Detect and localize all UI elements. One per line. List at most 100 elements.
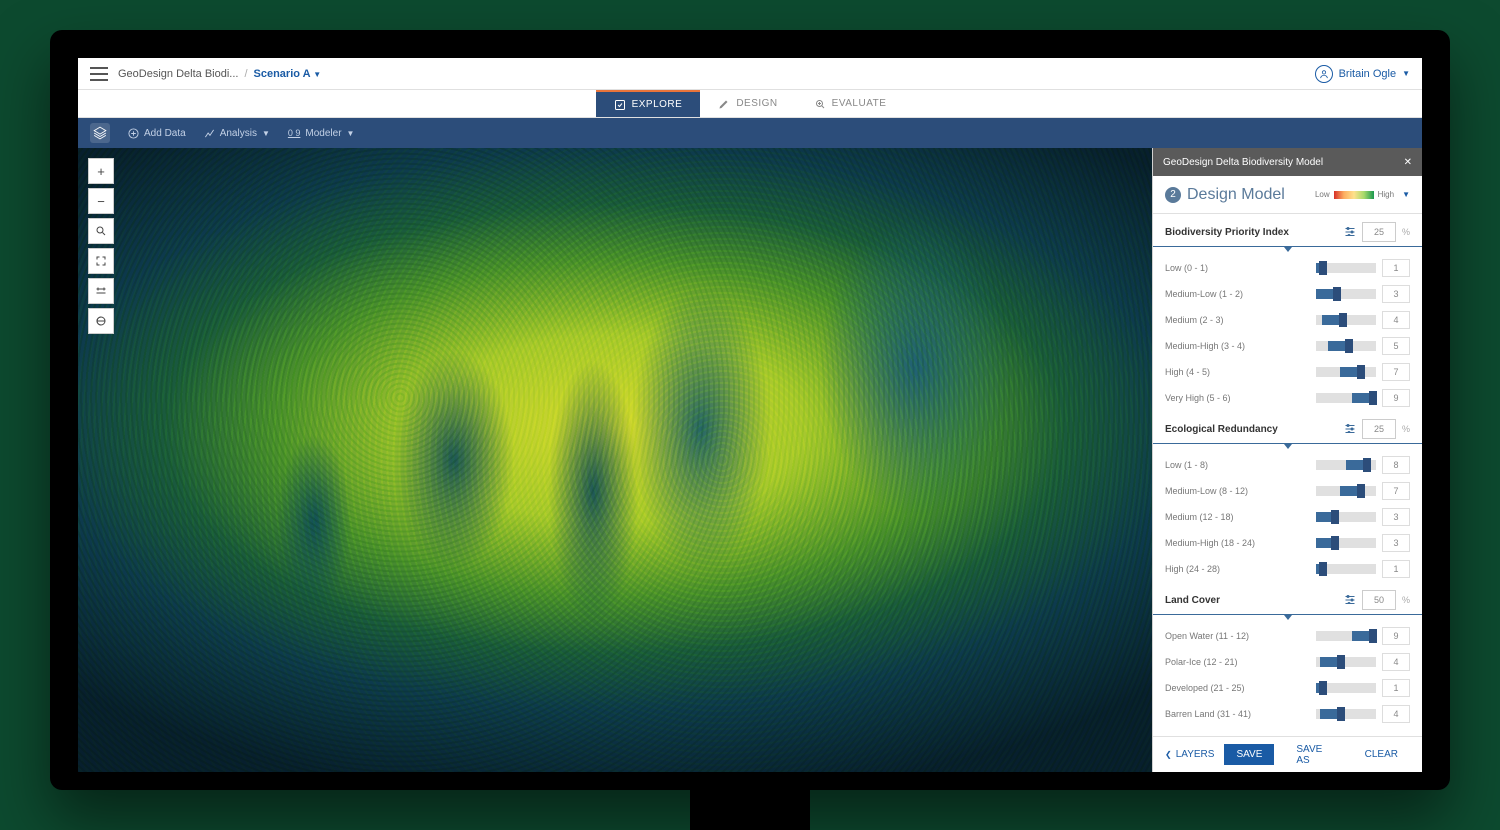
row-label: High (4 - 5) (1165, 367, 1310, 377)
measure-button[interactable] (88, 278, 114, 304)
section-marker (1153, 615, 1422, 621)
weight-value[interactable]: 7 (1382, 363, 1410, 381)
layers-icon[interactable] (90, 123, 110, 143)
basemap-button[interactable] (88, 308, 114, 334)
tab-design[interactable]: DESIGN (700, 90, 795, 117)
breadcrumb-scenario[interactable]: Scenario A ▼ (254, 68, 322, 80)
section-marker (1153, 247, 1422, 253)
add-data-button[interactable]: Add Data (128, 128, 186, 139)
weight-row: Very High (5 - 6)9 (1153, 385, 1422, 411)
row-label: High (24 - 28) (1165, 564, 1310, 574)
save-button[interactable]: SAVE (1224, 744, 1274, 765)
weight-slider[interactable] (1316, 289, 1376, 299)
weight-row: Medium-Low (1 - 2)3 (1153, 281, 1422, 307)
weight-value[interactable]: 1 (1382, 560, 1410, 578)
row-label: Medium-High (3 - 4) (1165, 341, 1310, 351)
percent-input[interactable]: 25 (1362, 419, 1396, 439)
tab-evaluate[interactable]: EVALUATE (796, 90, 905, 117)
weight-slider[interactable] (1316, 657, 1376, 667)
tab-explore[interactable]: EXPLORE (596, 90, 701, 117)
section-header: Biodiversity Priority Index25% (1153, 214, 1422, 247)
weight-slider[interactable] (1316, 512, 1376, 522)
weight-value[interactable]: 3 (1382, 508, 1410, 526)
settings-icon[interactable] (1344, 226, 1356, 239)
panel-body[interactable]: Biodiversity Priority Index25%Low (0 - 1… (1153, 214, 1422, 736)
weight-value[interactable]: 1 (1382, 259, 1410, 277)
weight-slider[interactable] (1316, 709, 1376, 719)
weight-value[interactable]: 1 (1382, 679, 1410, 697)
panel-header: GeoDesign Delta Biodiversity Model ✕ (1153, 148, 1422, 176)
settings-icon[interactable] (1344, 423, 1356, 436)
clear-button[interactable]: CLEAR (1353, 744, 1410, 765)
map-canvas[interactable]: + − (78, 148, 1152, 772)
section-header: Ecological Redundancy25% (1153, 411, 1422, 444)
row-label: Developed (21 - 25) (1165, 683, 1310, 693)
weight-row: Developed (21 - 25) 1 (1153, 675, 1422, 701)
settings-icon[interactable] (1344, 594, 1356, 607)
weight-row: High (4 - 5) 7 (1153, 359, 1422, 385)
top-bar: GeoDesign Delta Biodi... / Scenario A ▼ … (78, 58, 1422, 90)
breadcrumb-separator: / (244, 68, 247, 80)
weight-row: High (24 - 28) 1 (1153, 556, 1422, 582)
weight-value[interactable]: 9 (1382, 627, 1410, 645)
weight-value[interactable]: 3 (1382, 534, 1410, 552)
weight-slider[interactable] (1316, 631, 1376, 641)
weight-slider[interactable] (1316, 564, 1376, 574)
weight-slider[interactable] (1316, 393, 1376, 403)
legend-chevron-icon[interactable]: ▼ (1402, 190, 1410, 199)
close-icon[interactable]: ✕ (1404, 157, 1412, 168)
weight-value[interactable]: 3 (1382, 285, 1410, 303)
weight-value[interactable]: 4 (1382, 653, 1410, 671)
design-panel: GeoDesign Delta Biodiversity Model ✕ 2 D… (1152, 148, 1422, 772)
back-to-layers[interactable]: ❮ LAYERS (1165, 749, 1214, 760)
row-label: Low (0 - 1) (1165, 263, 1310, 273)
row-label: Medium (2 - 3) (1165, 315, 1310, 325)
fullscreen-button[interactable] (88, 248, 114, 274)
user-menu[interactable]: Britain Ogle ▼ (1315, 65, 1410, 83)
weight-row: Barren Land (31 - 41)4 (1153, 701, 1422, 727)
weight-row: Medium (12 - 18) 3 (1153, 504, 1422, 530)
save-as-button[interactable]: SAVE AS (1284, 739, 1342, 771)
section-name: Biodiversity Priority Index (1165, 227, 1289, 238)
search-button[interactable] (88, 218, 114, 244)
weight-value[interactable]: 5 (1382, 337, 1410, 355)
weight-slider[interactable] (1316, 263, 1376, 273)
breadcrumb: GeoDesign Delta Biodi... / Scenario A ▼ (118, 68, 1315, 80)
section-header: Land Cover50% (1153, 582, 1422, 615)
weight-value[interactable]: 8 (1382, 456, 1410, 474)
weight-row: Open Water (11 - 12)9 (1153, 623, 1422, 649)
weight-slider[interactable] (1316, 367, 1376, 377)
weight-slider[interactable] (1316, 683, 1376, 693)
weight-row: Low (1 - 8) 8 (1153, 452, 1422, 478)
weight-row: Low (0 - 1) 1 (1153, 255, 1422, 281)
color-legend: Low High ▼ (1315, 190, 1410, 199)
zoom-out-button[interactable]: − (88, 188, 114, 214)
weight-value[interactable]: 9 (1382, 389, 1410, 407)
weight-value[interactable]: 4 (1382, 705, 1410, 723)
percent-input[interactable]: 50 (1362, 590, 1396, 610)
breadcrumb-project[interactable]: GeoDesign Delta Biodi... (118, 68, 238, 80)
panel-footer: ❮ LAYERS SAVE SAVE AS CLEAR (1153, 736, 1422, 772)
zoom-in-button[interactable]: + (88, 158, 114, 184)
percent-input[interactable]: 25 (1362, 222, 1396, 242)
weight-slider[interactable] (1316, 538, 1376, 548)
analysis-button[interactable]: Analysis ▼ (204, 128, 270, 139)
weight-slider[interactable] (1316, 486, 1376, 496)
menu-icon[interactable] (90, 67, 108, 81)
row-label: Low (1 - 8) (1165, 460, 1310, 470)
weight-value[interactable]: 4 (1382, 311, 1410, 329)
weight-row: Medium-Low (8 - 12)7 (1153, 478, 1422, 504)
weight-value[interactable]: 7 (1382, 482, 1410, 500)
modeler-button[interactable]: 0 9 Modeler ▼ (288, 128, 355, 139)
panel-title-bar: 2 Design Model Low High ▼ (1153, 176, 1422, 214)
weight-slider[interactable] (1316, 341, 1376, 351)
legend-gradient (1334, 191, 1374, 199)
row-label: Medium (12 - 18) (1165, 512, 1310, 522)
main-area: + − GeoDesign Delta Biodiversity Model ✕… (78, 148, 1422, 772)
section-name: Land Cover (1165, 595, 1220, 606)
weight-slider[interactable] (1316, 315, 1376, 325)
panel-title: 2 Design Model (1165, 186, 1285, 204)
weight-slider[interactable] (1316, 460, 1376, 470)
user-avatar-icon (1315, 65, 1333, 83)
weight-row: Medium-High (3 - 4) 5 (1153, 333, 1422, 359)
